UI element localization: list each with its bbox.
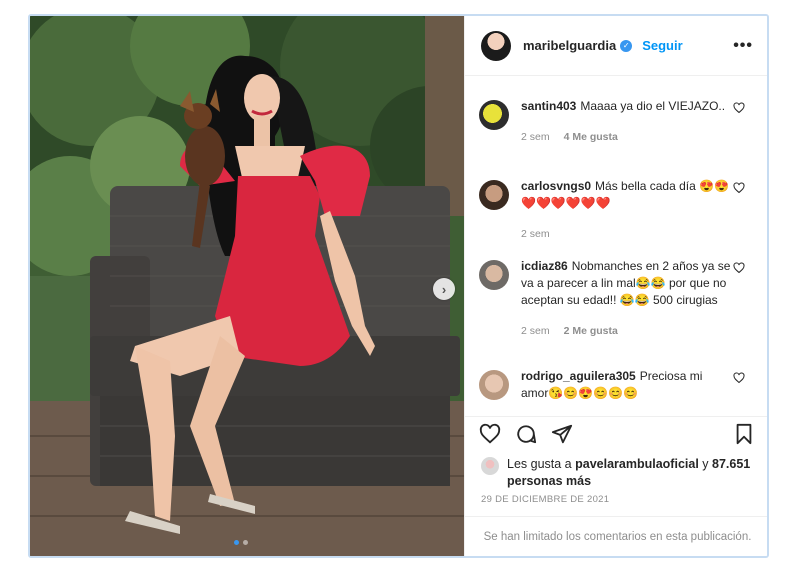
comments-limited-notice: Se han limitado los comentarios en esta … xyxy=(465,516,767,556)
heart-icon[interactable] xyxy=(479,423,501,445)
commenter-username[interactable]: santin403 xyxy=(521,99,576,113)
next-photo-button[interactable]: › xyxy=(433,278,455,300)
likes-summary: Les gusta a pavelarambulaoficial y 87.65… xyxy=(481,456,761,490)
comment-item: icdiaz86 Nobmanches en 2 años ya se va a … xyxy=(479,258,759,337)
comment-item: santin403 Maaaa ya dio el VIEJAZO.. 2 sem… xyxy=(479,98,759,143)
likes-connector: y xyxy=(702,457,709,471)
like-comment-heart-icon[interactable] xyxy=(733,372,745,384)
author-username[interactable]: maribelguardia xyxy=(523,38,616,53)
verified-badge-icon: ✓ xyxy=(620,39,633,52)
like-comment-heart-icon[interactable] xyxy=(733,262,745,274)
commenter-avatar[interactable] xyxy=(479,260,509,290)
comment-item: rodrigo_aguilera305 Preciosa mi amor😘😊😍😊😊… xyxy=(479,368,759,402)
commenter-avatar[interactable] xyxy=(479,180,509,210)
photo-illustration xyxy=(30,16,464,556)
commenter-username[interactable]: rodrigo_aguilera305 xyxy=(521,369,636,383)
carousel-dot-active xyxy=(234,540,239,545)
commenter-username[interactable]: carlosvngs0 xyxy=(521,179,591,193)
commenter-avatar[interactable] xyxy=(479,100,509,130)
comment-icon[interactable] xyxy=(515,423,537,445)
author-avatar[interactable] xyxy=(481,30,511,61)
chevron-right-icon: › xyxy=(441,281,447,297)
comment-time: 2 sem xyxy=(521,325,550,337)
more-options-icon[interactable]: ••• xyxy=(733,37,753,55)
comment-time: 2 sem xyxy=(521,131,550,143)
share-icon[interactable] xyxy=(551,423,573,445)
post-modal: › maribelguardia ✓ Seguir ••• santin403 M… xyxy=(28,14,769,558)
comment-time: 2 sem xyxy=(521,228,550,240)
post-actions-bar xyxy=(465,416,767,452)
post-photo[interactable]: › xyxy=(30,16,464,556)
post-header: maribelguardia ✓ Seguir ••• xyxy=(465,16,767,76)
like-comment-heart-icon[interactable] xyxy=(733,102,745,114)
follow-button[interactable]: Seguir xyxy=(642,38,682,53)
carousel-dots xyxy=(234,540,248,545)
liker-username[interactable]: pavelarambulaoficial xyxy=(575,457,699,471)
commenter-username[interactable]: icdiaz86 xyxy=(521,259,568,273)
comment-text: Maaaa ya dio el VIEJAZO.. xyxy=(580,99,726,113)
comment-item: carlosvngs0 Más bella cada día 😍😍❤️❤️❤️❤️… xyxy=(479,178,759,240)
bookmark-icon[interactable] xyxy=(733,423,755,445)
liker-avatar[interactable] xyxy=(481,457,499,475)
like-comment-heart-icon[interactable] xyxy=(733,182,745,194)
likes-prefix: Les gusta a xyxy=(507,457,572,471)
comment-likes[interactable]: 2 Me gusta xyxy=(564,325,618,337)
carousel-dot xyxy=(243,540,248,545)
post-details-panel: maribelguardia ✓ Seguir ••• santin403 Maa… xyxy=(464,16,767,556)
commenter-avatar[interactable] xyxy=(479,370,509,400)
comment-likes[interactable]: 4 Me gusta xyxy=(564,131,618,143)
post-date: 29 DE DICIEMBRE DE 2021 xyxy=(481,494,610,505)
comments-list[interactable]: santin403 Maaaa ya dio el VIEJAZO.. 2 sem… xyxy=(465,76,767,406)
